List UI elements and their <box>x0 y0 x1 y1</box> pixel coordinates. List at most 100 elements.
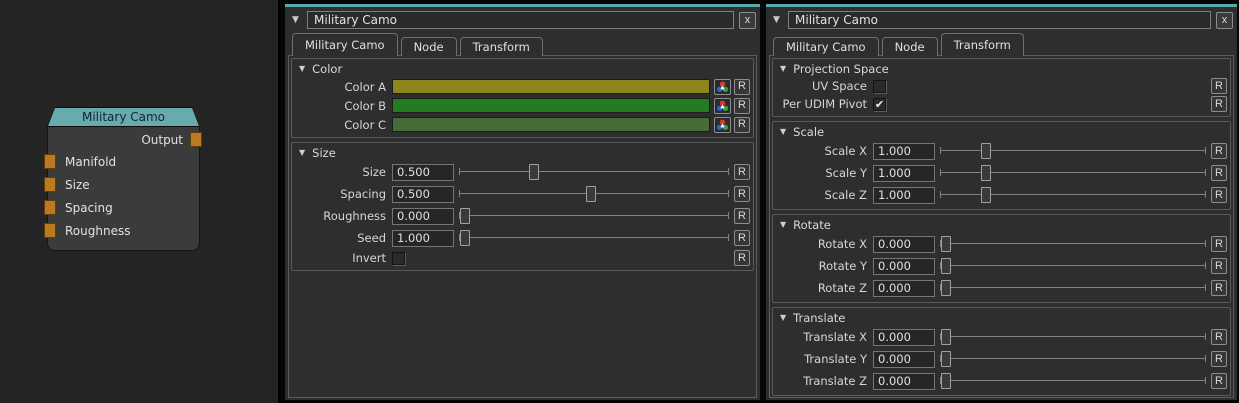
reset-button[interactable]: R <box>1211 329 1227 345</box>
scale-z-input[interactable]: 1.000 <box>873 187 935 204</box>
collapse-arrow-icon[interactable]: ▼ <box>780 127 786 136</box>
color-picker-button[interactable] <box>714 98 731 114</box>
node-body[interactable]: Output Manifold Size Spacing Roug <box>47 127 200 251</box>
group-header[interactable]: ▼ Rotate <box>775 216 1228 233</box>
reset-button[interactable]: R <box>1211 236 1227 252</box>
scale-x-input[interactable]: 1.000 <box>873 143 935 160</box>
reset-button[interactable]: R <box>1211 78 1227 94</box>
rotate-x-input[interactable]: 0.000 <box>873 236 935 253</box>
output-port[interactable] <box>190 132 202 147</box>
input-port-manifold[interactable] <box>44 154 56 169</box>
reset-button[interactable]: R <box>734 117 750 133</box>
input-port-roughness[interactable] <box>44 223 56 238</box>
group-header[interactable]: ▼ Projection Space <box>775 60 1228 77</box>
slider-handle[interactable] <box>941 280 951 296</box>
seed-slider[interactable] <box>459 228 729 248</box>
rotate-x-slider[interactable] <box>940 234 1206 254</box>
reset-button[interactable]: R <box>1211 165 1227 181</box>
translate-z-input[interactable]: 0.000 <box>873 373 935 390</box>
rotate-y-input[interactable]: 0.000 <box>873 258 935 275</box>
color-b-swatch[interactable] <box>392 98 710 113</box>
roughness-slider[interactable] <box>459 206 729 226</box>
collapse-arrow-icon[interactable]: ▼ <box>780 220 786 229</box>
tab-transform[interactable]: Transform <box>460 37 543 56</box>
group-header[interactable]: ▼ Color <box>294 60 751 77</box>
size-slider[interactable] <box>459 162 729 182</box>
uv-space-checkbox[interactable] <box>873 80 886 93</box>
color-c-swatch[interactable] <box>392 117 710 132</box>
size-input[interactable]: 0.500 <box>392 164 454 181</box>
close-button[interactable]: x <box>1216 12 1233 29</box>
panel-title-field[interactable]: Military Camo <box>307 11 734 29</box>
group-header[interactable]: ▼ Scale <box>775 123 1228 140</box>
reset-button[interactable]: R <box>734 79 750 95</box>
scale-y-input[interactable]: 1.000 <box>873 165 935 182</box>
translate-z-slider[interactable] <box>940 371 1206 391</box>
seed-input[interactable]: 1.000 <box>392 230 454 247</box>
slider-handle[interactable] <box>941 236 951 252</box>
slider-handle[interactable] <box>529 164 539 180</box>
reset-button[interactable]: R <box>734 250 750 266</box>
translate-x-slider[interactable] <box>940 327 1206 347</box>
translate-y-slider[interactable] <box>940 349 1206 369</box>
slider-handle[interactable] <box>460 230 470 246</box>
translate-y-input[interactable]: 0.000 <box>873 351 935 368</box>
tab-military-camo[interactable]: Military Camo <box>292 33 398 56</box>
tab-node[interactable]: Node <box>401 37 457 56</box>
spacing-slider[interactable] <box>459 184 729 204</box>
slider-handle[interactable] <box>981 165 991 181</box>
color-picker-button[interactable] <box>714 79 731 95</box>
collapse-arrow-icon[interactable]: ▼ <box>780 64 786 73</box>
slider-handle[interactable] <box>941 258 951 274</box>
close-button[interactable]: x <box>739 12 756 29</box>
reset-button[interactable]: R <box>1211 373 1227 389</box>
per-udim-pivot-checkbox[interactable]: ✔ <box>873 98 886 111</box>
collapse-arrow-icon[interactable]: ▼ <box>780 313 786 322</box>
reset-button[interactable]: R <box>734 164 750 180</box>
group-header[interactable]: ▼ Size <box>294 144 751 161</box>
node-header[interactable]: Military Camo <box>47 107 200 127</box>
tab-military-camo[interactable]: Military Camo <box>773 37 879 56</box>
roughness-input[interactable]: 0.000 <box>392 208 454 225</box>
slider-handle[interactable] <box>941 351 951 367</box>
collapse-arrow-icon[interactable]: ▼ <box>299 64 305 73</box>
tab-transform[interactable]: Transform <box>941 33 1024 56</box>
reset-button[interactable]: R <box>734 186 750 202</box>
reset-button[interactable]: R <box>1211 143 1227 159</box>
scale-y-slider[interactable] <box>940 163 1206 183</box>
invert-checkbox[interactable] <box>392 252 405 265</box>
reset-button[interactable]: R <box>734 230 750 246</box>
reset-button[interactable]: R <box>1211 96 1227 112</box>
input-port-spacing[interactable] <box>44 200 56 215</box>
collapse-arrow-icon[interactable]: ▼ <box>289 15 302 25</box>
spacing-input[interactable]: 0.500 <box>392 186 454 203</box>
military-camo-node[interactable]: Military Camo Output Manifold Size <box>47 107 200 251</box>
translate-x-input[interactable]: 0.000 <box>873 329 935 346</box>
tab-node[interactable]: Node <box>882 37 938 56</box>
rotate-y-slider[interactable] <box>940 256 1206 276</box>
reset-button[interactable]: R <box>734 208 750 224</box>
slider-handle[interactable] <box>460 208 470 224</box>
slider-handle[interactable] <box>941 373 951 389</box>
slider-handle[interactable] <box>981 187 991 203</box>
rotate-z-input[interactable]: 0.000 <box>873 280 935 297</box>
node-graph-canvas[interactable]: Military Camo Output Manifold Size <box>0 0 280 403</box>
slider-handle[interactable] <box>586 186 596 202</box>
collapse-arrow-icon[interactable]: ▼ <box>299 148 305 157</box>
color-picker-button[interactable] <box>714 117 731 133</box>
reset-button[interactable]: R <box>1211 280 1227 296</box>
reset-button[interactable]: R <box>1211 187 1227 203</box>
reset-button[interactable]: R <box>1211 351 1227 367</box>
scale-z-slider[interactable] <box>940 185 1206 205</box>
color-a-swatch[interactable] <box>392 79 710 94</box>
group-header[interactable]: ▼ Translate <box>775 309 1228 326</box>
slider-handle[interactable] <box>941 329 951 345</box>
scale-x-slider[interactable] <box>940 141 1206 161</box>
reset-button[interactable]: R <box>734 98 750 114</box>
input-port-size[interactable] <box>44 177 56 192</box>
rotate-z-slider[interactable] <box>940 278 1206 298</box>
slider-handle[interactable] <box>981 143 991 159</box>
reset-button[interactable]: R <box>1211 258 1227 274</box>
collapse-arrow-icon[interactable]: ▼ <box>770 15 783 25</box>
panel-title-field[interactable]: Military Camo <box>788 11 1211 29</box>
